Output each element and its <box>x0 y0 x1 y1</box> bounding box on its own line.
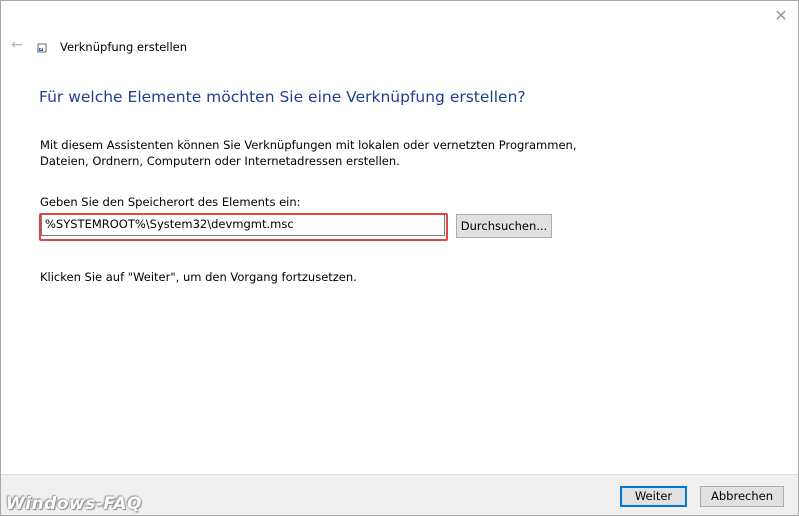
browse-button[interactable]: Durchsuchen... <box>456 214 552 238</box>
next-button[interactable]: Weiter <box>620 486 687 507</box>
shortcut-wizard-window: ✕ ← Verknüpfung erstellen Für welche Ele… <box>0 0 799 516</box>
location-input[interactable] <box>45 215 441 233</box>
window-title: Verknüpfung erstellen <box>60 40 188 54</box>
shortcut-icon <box>37 43 47 53</box>
page-heading: Für welche Elemente möchten Sie eine Ver… <box>39 88 526 106</box>
back-arrow-icon: ← <box>11 37 23 53</box>
close-icon: ✕ <box>774 6 788 25</box>
watermark-text: Windows-FAQ <box>6 494 142 514</box>
close-button[interactable]: ✕ <box>770 5 792 27</box>
continue-hint: Klicken Sie auf "Weiter", um den Vorgang… <box>40 270 357 284</box>
location-label: Geben Sie den Speicherort des Elements e… <box>40 195 301 209</box>
cancel-button[interactable]: Abbrechen <box>700 486 784 507</box>
back-button[interactable]: ← <box>7 35 27 55</box>
wizard-description: Mit diesem Assistenten können Sie Verknü… <box>40 138 577 168</box>
